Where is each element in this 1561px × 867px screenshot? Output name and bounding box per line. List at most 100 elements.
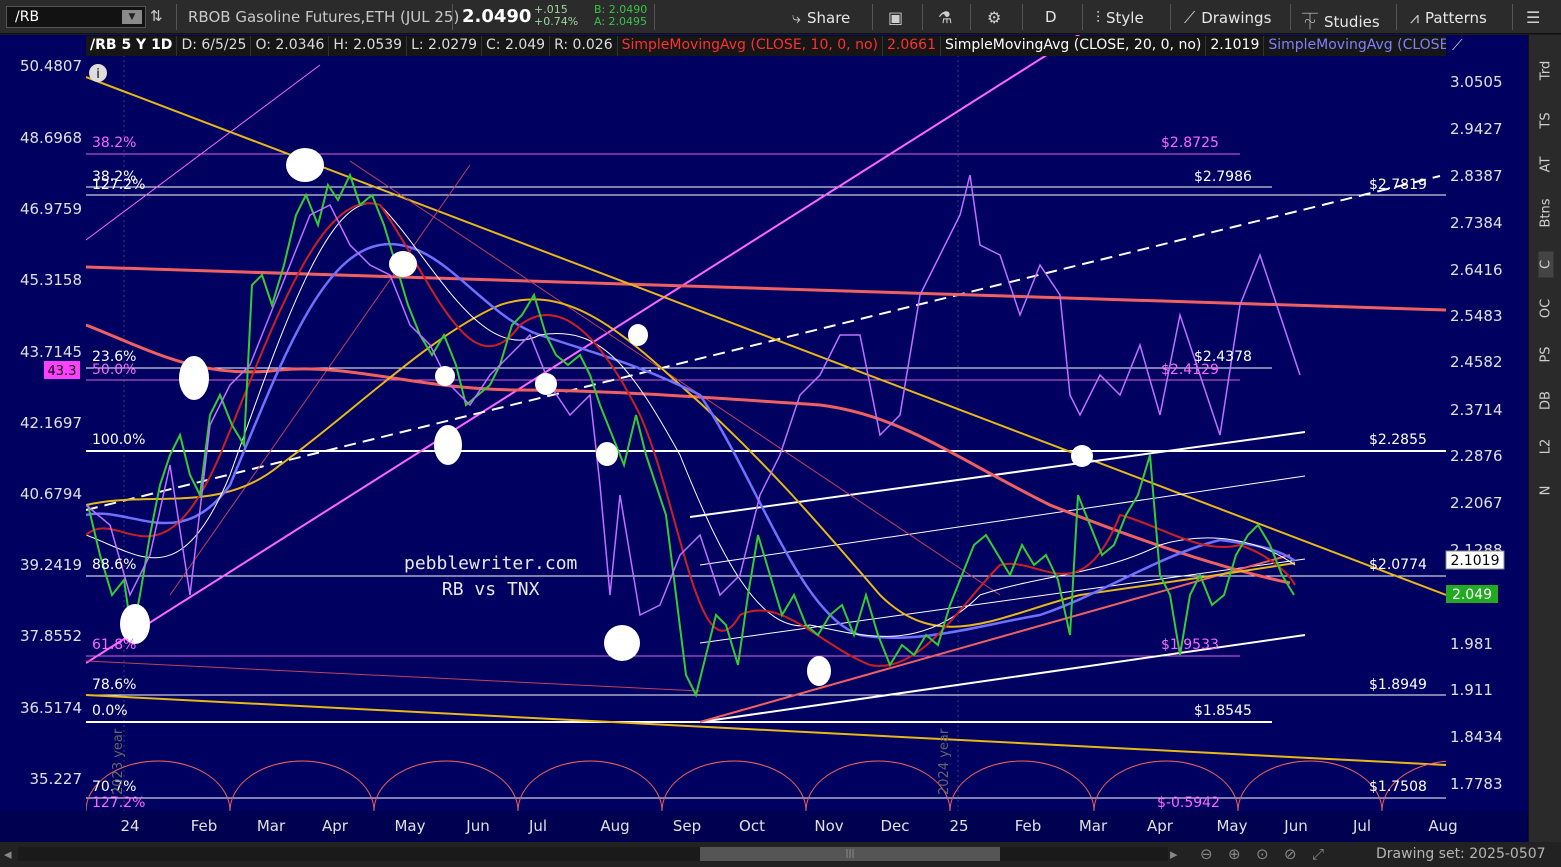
fib-level-label: 127.2%	[92, 177, 145, 193]
sidebar-tab-ts[interactable]: TS	[1539, 108, 1554, 134]
studies-button[interactable]: ⏇ Studies	[1302, 8, 1380, 32]
fib-level-label: 88.6%	[92, 557, 136, 573]
right-axis-tick: 2.7384	[1450, 214, 1503, 232]
right-axis-tick: 1.981	[1450, 635, 1493, 653]
right-axis-tick: 2.2876	[1450, 447, 1503, 465]
header-sma50[interactable]: SimpleMovingAvg (CLOSE,...	[1264, 36, 1446, 56]
divider	[922, 4, 923, 30]
price-level-label: $2.8725	[1161, 135, 1219, 151]
x-axis-tick: Jun	[1283, 817, 1307, 835]
bottom-bar: ◂ ||| ▸ ⊖ ⊕ ⊙ ⊘ ⤢ Drawing set: 2025-0507	[0, 842, 1561, 867]
sidebar-tab-at[interactable]: AT	[1539, 152, 1554, 178]
divider	[452, 4, 453, 30]
chart-area[interactable]: i 3.0505 2.9427 2.8387 2.7384 2.6416 2.5483 2.…	[0, 35, 1528, 842]
left-axis-tick: 35.227	[30, 770, 83, 788]
header-range: R: 0.026	[550, 36, 618, 56]
x-axis-tick: Jun	[465, 817, 489, 835]
header-symbol[interactable]: /RB 5 Y 1D	[86, 36, 178, 56]
scroll-left-icon[interactable]: ◂	[4, 845, 12, 863]
divider	[1512, 4, 1513, 30]
tnx-current-value: 43.3	[48, 364, 77, 379]
symbol-settings-icon[interactable]: ⇅	[150, 7, 166, 27]
settings-button[interactable]: ⚙	[987, 8, 1007, 27]
watermark-text: pebblewriter.com RB vs TNX	[404, 551, 577, 603]
watermark-line: RB vs TNX	[441, 579, 540, 600]
right-sidebar: Trd TS AT Btns C OC PS DB L2 N	[1528, 35, 1561, 842]
timeframe-button[interactable]: D	[1045, 8, 1057, 26]
left-axis-tick: 46.9759	[20, 200, 82, 218]
grid-icon: ▣	[888, 8, 904, 27]
patterns-button[interactable]: ⩘ Patterns	[1410, 8, 1487, 28]
x-axis-tick: Mar	[1079, 817, 1108, 835]
left-axis-tick: 36.5174	[20, 699, 82, 717]
fib-level-label: 50.0%	[92, 362, 136, 378]
top-toolbar: /RB ▼ ⇅ RBOB Gasoline Futures,ETH (JUL 2…	[0, 0, 1561, 34]
patterns-icon: ⩘	[1410, 8, 1420, 27]
sidebar-tab-n[interactable]: N	[1539, 478, 1554, 504]
chart-tool-icon[interactable]: ⟋	[1452, 36, 1474, 56]
menu-button[interactable]: ☰	[1526, 8, 1546, 27]
symbol-input[interactable]: /RB ▼	[6, 6, 146, 28]
x-axis-tick: Feb	[1015, 817, 1042, 835]
chevron-down-icon[interactable]: ▼	[122, 10, 142, 24]
sidebar-tab-oc[interactable]: OC	[1539, 296, 1554, 322]
share-icon: ⤷	[792, 8, 801, 27]
drawing-set-label[interactable]: Drawing set: 2025-0507	[1376, 846, 1546, 862]
header-sma10[interactable]: SimpleMovingAvg (CLOSE, 10, 0, no)	[618, 36, 883, 56]
right-axis-tick: 1.911	[1450, 681, 1493, 699]
fib-level-label: 61.8%	[92, 637, 136, 653]
studies-icon: ⏇	[1302, 12, 1319, 31]
pan-icon[interactable]: ⤢	[1312, 845, 1324, 863]
header-sma20[interactable]: SimpleMovingAvg (CLOSE, 20, 0, no)	[941, 36, 1207, 56]
net-change: +.015 +0.74%	[534, 4, 578, 28]
x-axis-tick: Nov	[814, 817, 843, 835]
scroll-right-icon[interactable]: ▸	[1170, 845, 1178, 863]
zoom-out-icon[interactable]: ⊖	[1200, 845, 1213, 863]
year-label: 2023 year	[111, 728, 126, 795]
beaker-button[interactable]: ⚗	[938, 8, 958, 27]
bid-ask: B: 2.0490 A: 2.0495	[594, 4, 647, 28]
zoom-fit-icon[interactable]: ⊘	[1284, 845, 1297, 863]
sidebar-tab-db[interactable]: DB	[1539, 388, 1554, 414]
sidebar-tab-ps[interactable]: PS	[1539, 342, 1554, 368]
price-level-label: $2.2855	[1369, 432, 1427, 448]
style-button[interactable]: ⫶ Style	[1096, 8, 1144, 28]
header-date: D: 6/5/25	[177, 36, 252, 56]
flexible-grid-button[interactable]: ▣	[888, 8, 909, 27]
sidebar-tab-l2[interactable]: L2	[1539, 434, 1554, 460]
divider	[1290, 4, 1291, 30]
right-axis-tick: 1.8434	[1450, 728, 1503, 746]
header-close: C: 2.049	[482, 36, 551, 56]
header-sma20-value: 2.1019	[1206, 36, 1265, 56]
left-axis-tick: 50.4807	[20, 57, 82, 75]
zoom-in-icon[interactable]: ⊕	[1228, 845, 1241, 863]
zoom-reset-icon[interactable]: ⊙	[1256, 845, 1269, 863]
gear-icon: ⚙	[987, 8, 1002, 27]
x-axis-tick: 24	[120, 817, 139, 835]
x-axis-tick: Jul	[1352, 817, 1371, 835]
price-level-label: $1.7508	[1369, 779, 1427, 795]
right-axis-tick: 2.6416	[1450, 261, 1503, 279]
left-axis-tick: 40.6794	[20, 485, 82, 503]
header-open: O: 2.0346	[251, 36, 330, 56]
header-sma10-value: 2.0661	[883, 36, 941, 56]
x-axis-tick: Feb	[191, 817, 218, 835]
horizontal-scrollbar[interactable]: |||	[18, 847, 1168, 861]
right-axis-tick: 2.8387	[1450, 167, 1503, 185]
scroll-thumb[interactable]: |||	[700, 847, 1000, 861]
divider	[1396, 4, 1397, 30]
last-price: 2.0490	[462, 6, 532, 27]
x-axis-tick: Aug	[1428, 817, 1457, 835]
share-button[interactable]: ⤷ Share	[792, 8, 850, 28]
header-low: L: 2.0279	[407, 36, 483, 56]
sidebar-tab-btns[interactable]: Btns	[1539, 198, 1554, 227]
sidebar-tab-c[interactable]: C	[1538, 251, 1554, 278]
sma-current-value: 2.1019	[1451, 553, 1500, 569]
right-axis-tick: 2.2067	[1450, 494, 1503, 512]
sidebar-tab-trd[interactable]: Trd	[1539, 58, 1554, 84]
info-icon-glyph: i	[96, 67, 100, 82]
divider	[1082, 4, 1083, 30]
price-chart[interactable]: i 3.0505 2.9427 2.8387 2.7384 2.6416 2.5483 2.…	[0, 35, 1528, 842]
drawings-button[interactable]: ⟋ Drawings	[1184, 8, 1271, 28]
price-level-label: $1.9533	[1161, 637, 1219, 653]
